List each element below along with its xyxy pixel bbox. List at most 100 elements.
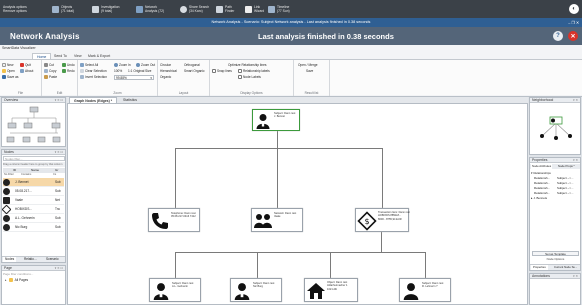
list-item[interactable]: ▸ All Pages: [5, 278, 28, 282]
ribbon-group-zoom: Select All Clear Selection Invert Select…: [78, 60, 158, 96]
snap-lines-checkbox[interactable]: Snap lines: [212, 69, 232, 73]
copy-button[interactable]: Copy: [44, 69, 56, 73]
ribbon: SmartData Visualizer Home Send To View M…: [0, 45, 582, 97]
layout-orthogonal-button[interactable]: Orthogonal: [184, 63, 200, 67]
node-labels-checkbox[interactable]: Node Labels: [238, 75, 261, 79]
graph-node-child-4[interactable]: Subject: Dann rest R. Lehnerin ?: [399, 278, 451, 302]
tab-node-props[interactable]: Node Props *: [557, 164, 576, 169]
close-icon[interactable]: ✕: [568, 31, 578, 41]
relationship-labels-checkbox[interactable]: Relationship labels: [238, 69, 270, 73]
graph-node-people[interactable]: Network: Dann rest Vaale: [251, 208, 303, 232]
nodes-filter-input[interactable]: Nodes filter...: [3, 156, 65, 161]
graph-node-child-1[interactable]: Subject: Dann rest A.L. Gehnerin: [149, 278, 201, 302]
cut-label: Cut: [49, 63, 54, 67]
graph-node-child-2[interactable]: Subject: Dann rest Nic Burg: [230, 278, 282, 302]
graph-edge: [175, 252, 176, 278]
layout-hierarchical-button[interactable]: Hierarchical: [160, 69, 177, 73]
node-options-label: Node Options: [546, 257, 565, 261]
graph-edge: [175, 148, 382, 149]
panel-buttons-icon[interactable]: ▾ ✕ ⊡: [55, 150, 63, 155]
save-as-button[interactable]: Save as: [2, 75, 19, 79]
zoom-level-select[interactable]: 99.88% ▾: [114, 75, 154, 80]
save-icon: [2, 75, 6, 79]
original-size-button[interactable]: 1:1 Original Size: [128, 69, 151, 73]
new-button[interactable]: New: [2, 63, 13, 67]
property-name: J. Bennets: [533, 196, 548, 200]
zoom-out-button[interactable]: Zoom Out: [136, 63, 155, 67]
window-controls[interactable]: – ❐ ✕: [568, 20, 579, 25]
share-search-button[interactable]: Share Search (34 Karo): [180, 2, 209, 16]
cut-button[interactable]: Cut: [44, 63, 54, 67]
redo-button[interactable]: Redo: [62, 69, 75, 73]
chevron-right-icon: ▸: [5, 278, 7, 282]
node-name: Vaale: [274, 215, 281, 219]
row-gr: Sub: [55, 189, 61, 193]
quit-label: Quit: [25, 63, 31, 67]
graph-canvas[interactable]: Subject: Dann rest J. Bennet Telephone: D…: [67, 103, 528, 305]
open-button[interactable]: Open: [2, 69, 15, 73]
overview-minimap[interactable]: [6, 106, 62, 146]
panel-buttons-icon[interactable]: ▾ ✕: [573, 98, 578, 103]
tab-nodes[interactable]: Nodes: [3, 257, 17, 262]
graph-node-money[interactable]: $ Transaction Item: Dann rest HOBIXDS 8BW…: [355, 208, 410, 232]
graph-node-child-3[interactable]: Object: Dann rest Aldarhutmacher 1 1021 Al…: [304, 278, 358, 302]
panel-buttons-icon[interactable]: ▾ ✕: [573, 274, 578, 279]
graph-node-phone[interactable]: Telephone: Dann rest 05.08.217-0416 7412: [148, 208, 200, 232]
undo-icon: [62, 63, 66, 67]
graph-node-root[interactable]: Subject: Dann rest J. Bennet: [252, 109, 300, 131]
tab-node-attributes[interactable]: Node Attributes: [531, 164, 553, 169]
open-merge-button[interactable]: Open / Merge: [298, 63, 318, 67]
table-row[interactable]: Nic Burg Sub: [3, 223, 64, 232]
path-finder-button[interactable]: Path Finder: [216, 2, 234, 16]
info-icon: [20, 69, 24, 73]
paste-button[interactable]: Paste: [44, 75, 57, 79]
table-row[interactable]: Vaale Net: [3, 196, 64, 205]
panel-buttons-icon[interactable]: ▾ ✕: [573, 158, 578, 163]
zoom-in-button[interactable]: Zoom In: [114, 63, 131, 67]
table-row[interactable]: HOBIXDS... Tra: [1, 204, 64, 214]
optimize-relationship-lines-button[interactable]: Optimize Relationship lines: [228, 63, 266, 67]
node-labels-label: Node Labels: [243, 75, 261, 79]
quit-button[interactable]: Quit: [20, 63, 31, 67]
objects-button[interactable]: Objects (71 total): [52, 2, 74, 16]
neighborhood-panel: Neighborhood ▾ ✕: [529, 97, 581, 155]
overview-header: Overview ▾ ✕ ⊡: [2, 98, 65, 103]
tab-properties[interactable]: Properties: [531, 265, 548, 270]
help-icon[interactable]: ?: [553, 31, 563, 41]
nodes-filter-row[interactable]: No Filter Contains Cs: [3, 173, 65, 177]
set-as-template-button[interactable]: Set as Template: [532, 251, 579, 256]
result-save-button[interactable]: Save: [306, 69, 313, 73]
layout-smart-organic-button[interactable]: Smart Organic: [184, 69, 205, 73]
page-filter-input[interactable]: Page filter conditions...: [3, 272, 65, 277]
invert-selection-button[interactable]: Invert Selection: [80, 75, 107, 79]
tab-scenario[interactable]: Scenario: [44, 257, 61, 262]
overview-title: Overview: [4, 98, 19, 102]
panel-buttons-icon[interactable]: ▾ ✕ ⊡: [55, 98, 63, 103]
analysis-options-button[interactable]: Analysis options Remove options: [3, 2, 27, 16]
network-analysis-button[interactable]: Network Analysis (72): [136, 2, 164, 16]
panel-buttons-icon[interactable]: ▾ ✕ ⊡: [55, 266, 63, 271]
clear-selection-button[interactable]: Clear Selection: [80, 69, 107, 73]
properties-bottom-tabs: Properties Current Node Su...: [530, 264, 580, 270]
list-item[interactable]: ▸ J. Bennets: [531, 196, 580, 201]
investigation-button[interactable]: Investigation (9 total): [92, 2, 120, 16]
layout-organic-button[interactable]: Organic: [160, 75, 171, 79]
layout-circular-button[interactable]: Circular: [160, 63, 171, 67]
table-row[interactable]: A.L. Gehnerin Sub: [3, 214, 64, 223]
undo-button[interactable]: Undo: [62, 63, 75, 67]
checkbox-icon: [238, 75, 242, 79]
neighborhood-graph[interactable]: [536, 108, 576, 148]
table-row[interactable]: 05.08.217... Sub: [3, 187, 64, 196]
table-row[interactable]: J. Bennet Sub: [3, 178, 64, 187]
page-item-label: All Pages: [14, 278, 29, 282]
about-button[interactable]: About: [20, 69, 33, 73]
graph-edge: [175, 252, 426, 253]
tab-current-node[interactable]: Current Node Su...: [552, 265, 579, 270]
timeline-button[interactable]: Timeline (77 Sun): [268, 2, 290, 16]
link-wizard-button[interactable]: Link Wizard: [245, 2, 264, 16]
tab-relations[interactable]: Relatio...: [22, 257, 39, 262]
result-save-label: Save: [306, 69, 314, 73]
zoom-100-button[interactable]: 100%: [114, 69, 122, 73]
select-all-button[interactable]: Select All: [80, 63, 98, 67]
people-icon: [3, 196, 10, 204]
